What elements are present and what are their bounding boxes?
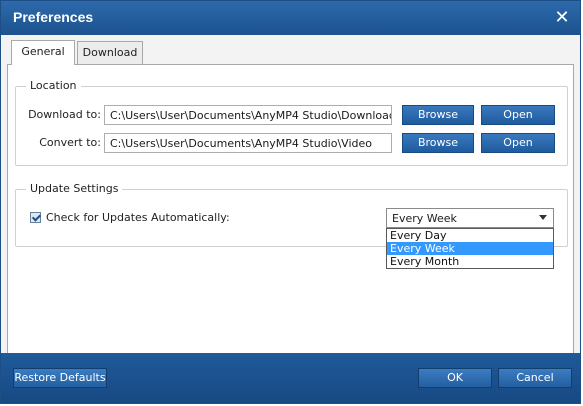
check-updates-checkbox[interactable] (30, 212, 41, 223)
download-open-button[interactable]: Open (481, 105, 555, 125)
tab-download[interactable]: Download (77, 41, 143, 64)
option-every-week[interactable]: Every Week (387, 242, 553, 255)
download-path-field[interactable]: C:\Users\User\Documents\AnyMP4 Studio\Do… (104, 105, 392, 125)
update-frequency-dropdown: Every Day Every Week Every Month (386, 228, 554, 269)
location-legend: Location (26, 79, 81, 92)
title-bar: Preferences ✕ (1, 1, 580, 35)
update-frequency-value: Every Week (392, 212, 457, 225)
download-browse-button[interactable]: Browse (402, 105, 474, 125)
general-panel: Location Download to: C:\Users\User\Docu… (7, 64, 574, 354)
convert-path-field[interactable]: C:\Users\User\Documents\AnyMP4 Studio\Vi… (104, 133, 392, 153)
preferences-dialog: Preferences ✕ General Download Location … (0, 0, 581, 404)
dialog-footer: Restore Defaults OK Cancel (1, 353, 580, 403)
close-icon[interactable]: ✕ (552, 8, 572, 28)
restore-defaults-button[interactable]: Restore Defaults (13, 368, 107, 388)
convert-open-button[interactable]: Open (481, 133, 555, 153)
convert-to-label: Convert to: (39, 136, 101, 149)
update-settings-legend: Update Settings (26, 182, 123, 195)
check-updates-label: Check for Updates Automatically: (46, 211, 230, 224)
window-title: Preferences (13, 9, 94, 25)
tab-general[interactable]: General (11, 40, 75, 65)
download-to-label: Download to: (28, 108, 101, 121)
cancel-button[interactable]: Cancel (498, 368, 572, 388)
convert-browse-button[interactable]: Browse (402, 133, 474, 153)
option-every-month[interactable]: Every Month (387, 255, 553, 268)
option-every-day[interactable]: Every Day (387, 229, 553, 242)
dropdown-arrow-icon (539, 215, 547, 220)
location-group: Location Download to: C:\Users\User\Docu… (15, 79, 568, 166)
update-frequency-select[interactable]: Every Week (386, 208, 554, 228)
ok-button[interactable]: OK (418, 368, 492, 388)
